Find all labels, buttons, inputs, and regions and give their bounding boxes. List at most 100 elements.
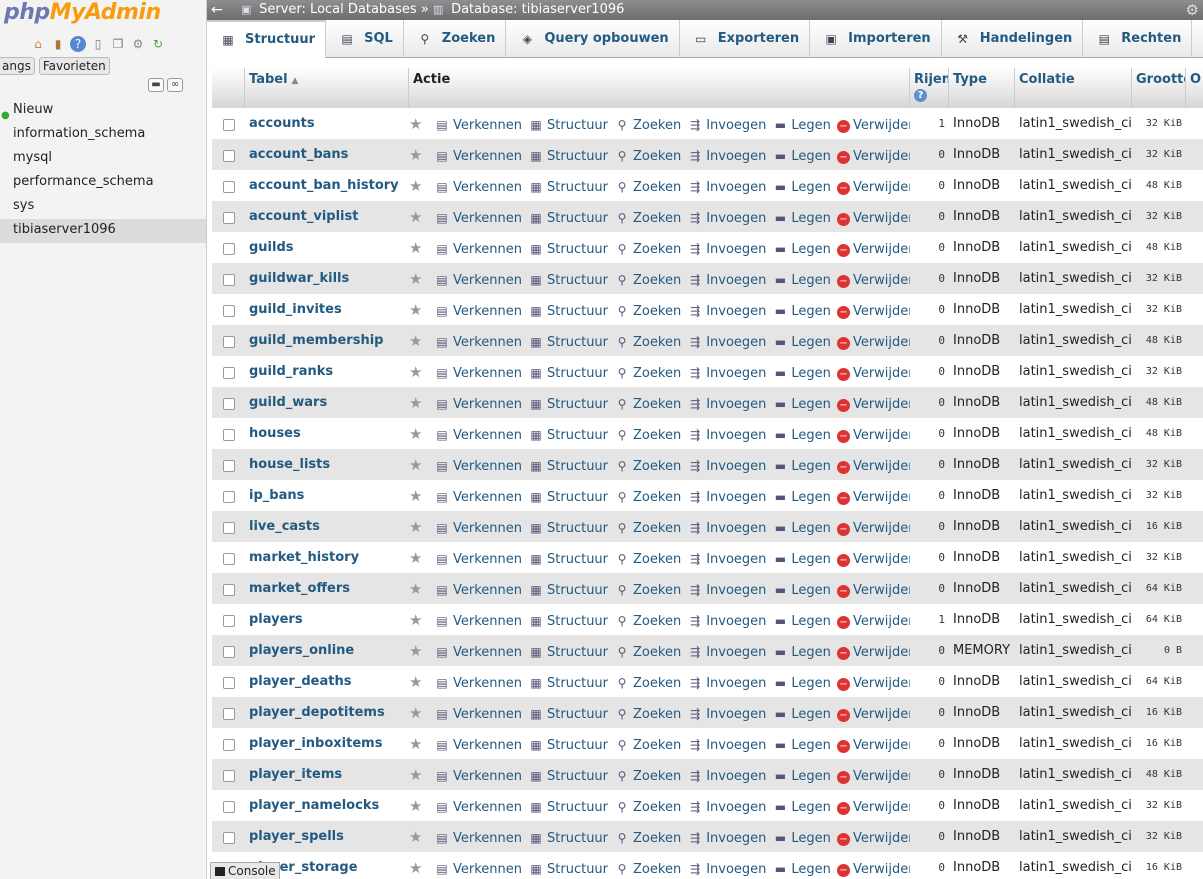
console-toggle[interactable]: Console bbox=[210, 862, 280, 879]
drop-action[interactable]: −Verwijderen bbox=[836, 242, 910, 257]
row-checkbox[interactable] bbox=[222, 522, 235, 534]
insert-action[interactable]: ⇶ Invoegen bbox=[687, 862, 766, 877]
row-checkbox[interactable] bbox=[222, 212, 235, 224]
insert-action[interactable]: ⇶ Invoegen bbox=[687, 769, 766, 784]
insert-action[interactable]: ⇶ Invoegen bbox=[687, 800, 766, 815]
insert-action[interactable]: ⇶ Invoegen bbox=[687, 552, 766, 567]
table-name-link[interactable]: guildwar_kills bbox=[245, 263, 409, 294]
table-name-link[interactable]: guild_membership bbox=[245, 325, 409, 356]
insert-action[interactable]: ⇶ Invoegen bbox=[687, 738, 766, 753]
table-name-link[interactable]: account_bans bbox=[245, 139, 409, 170]
favorite-star-icon[interactable]: ★ bbox=[409, 797, 427, 815]
structure-action[interactable]: ▦ Structuur bbox=[528, 180, 608, 195]
drop-action[interactable]: −Verwijderen bbox=[836, 614, 910, 629]
drop-action[interactable]: −Verwijderen bbox=[836, 180, 910, 195]
table-name-link[interactable]: guilds bbox=[245, 232, 409, 263]
row-checkbox[interactable] bbox=[222, 491, 235, 503]
drop-action[interactable]: −Verwijderen bbox=[836, 862, 910, 877]
recent-tab[interactable]: angs bbox=[0, 57, 35, 75]
table-name-link[interactable]: guild_wars bbox=[245, 387, 409, 418]
row-checkbox[interactable] bbox=[222, 150, 235, 162]
search-action[interactable]: ⚲ Zoeken bbox=[614, 273, 682, 288]
table-name-link[interactable]: house_lists bbox=[245, 449, 409, 480]
table-name-link[interactable]: player_depotitems bbox=[245, 697, 409, 728]
gear-icon[interactable]: ⚙ bbox=[130, 36, 146, 52]
table-name-link[interactable]: accounts bbox=[245, 108, 409, 139]
table-name-link[interactable]: market_offers bbox=[245, 573, 409, 604]
browse-action[interactable]: ▤ Verkennen bbox=[434, 397, 522, 412]
drop-action[interactable]: −Verwijderen bbox=[836, 397, 910, 412]
table-name-link[interactable]: account_ban_history bbox=[245, 170, 409, 201]
row-checkbox[interactable] bbox=[222, 801, 235, 813]
structure-action[interactable]: ▦ Structuur bbox=[528, 583, 608, 598]
insert-action[interactable]: ⇶ Invoegen bbox=[687, 180, 766, 195]
search-action[interactable]: ⚲ Zoeken bbox=[614, 149, 682, 164]
header-type[interactable]: Type bbox=[949, 68, 1015, 108]
empty-action[interactable]: ▬ Legen bbox=[772, 831, 831, 846]
search-action[interactable]: ⚲ Zoeken bbox=[614, 800, 682, 815]
home-icon[interactable]: ⌂ bbox=[30, 36, 46, 52]
row-checkbox[interactable] bbox=[222, 460, 235, 472]
insert-action[interactable]: ⇶ Invoegen bbox=[687, 118, 766, 133]
drop-action[interactable]: −Verwijderen bbox=[836, 738, 910, 753]
browse-action[interactable]: ▤ Verkennen bbox=[434, 211, 522, 226]
search-action[interactable]: ⚲ Zoeken bbox=[614, 862, 682, 877]
favorite-star-icon[interactable]: ★ bbox=[409, 735, 427, 753]
browse-action[interactable]: ▤ Verkennen bbox=[434, 552, 522, 567]
table-name-link[interactable]: player_inboxitems bbox=[245, 728, 409, 759]
empty-action[interactable]: ▬ Legen bbox=[772, 800, 831, 815]
favorite-star-icon[interactable]: ★ bbox=[409, 828, 427, 846]
favorite-star-icon[interactable]: ★ bbox=[409, 859, 427, 877]
search-action[interactable]: ⚲ Zoeken bbox=[614, 645, 682, 660]
insert-action[interactable]: ⇶ Invoegen bbox=[687, 335, 766, 350]
empty-action[interactable]: ▬ Legen bbox=[772, 118, 831, 133]
tab-importeren[interactable]: ▣ Importeren bbox=[810, 20, 942, 58]
sidebar-item-database[interactable]: tibiaserver1096 bbox=[0, 219, 206, 243]
row-checkbox[interactable] bbox=[222, 305, 235, 317]
favorite-star-icon[interactable]: ★ bbox=[409, 549, 427, 567]
search-action[interactable]: ⚲ Zoeken bbox=[614, 552, 682, 567]
table-name-link[interactable]: guild_ranks bbox=[245, 356, 409, 387]
favorite-star-icon[interactable]: ★ bbox=[409, 642, 427, 660]
header-overhead[interactable]: O bbox=[1186, 68, 1203, 108]
browse-action[interactable]: ▤ Verkennen bbox=[434, 335, 522, 350]
favorite-star-icon[interactable]: ★ bbox=[409, 580, 427, 598]
breadcrumb-database[interactable]: Database: tibiaserver1096 bbox=[451, 2, 624, 17]
empty-action[interactable]: ▬ Legen bbox=[772, 769, 831, 784]
structure-action[interactable]: ▦ Structuur bbox=[528, 738, 608, 753]
collapse-all-icon[interactable]: ▬ bbox=[148, 78, 164, 92]
table-name-link[interactable]: player_namelocks bbox=[245, 790, 409, 821]
favorite-star-icon[interactable]: ★ bbox=[409, 456, 427, 474]
structure-action[interactable]: ▦ Structuur bbox=[528, 831, 608, 846]
structure-action[interactable]: ▦ Structuur bbox=[528, 149, 608, 164]
empty-action[interactable]: ▬ Legen bbox=[772, 676, 831, 691]
favorite-star-icon[interactable]: ★ bbox=[409, 208, 427, 226]
search-action[interactable]: ⚲ Zoeken bbox=[614, 211, 682, 226]
help-icon[interactable]: ? bbox=[914, 89, 927, 102]
drop-action[interactable]: −Verwijderen bbox=[836, 459, 910, 474]
favorite-star-icon[interactable]: ★ bbox=[409, 115, 427, 133]
drop-action[interactable]: −Verwijderen bbox=[836, 831, 910, 846]
structure-action[interactable]: ▦ Structuur bbox=[528, 118, 608, 133]
structure-action[interactable]: ▦ Structuur bbox=[528, 459, 608, 474]
insert-action[interactable]: ⇶ Invoegen bbox=[687, 614, 766, 629]
empty-action[interactable]: ▬ Legen bbox=[772, 397, 831, 412]
header-collatie[interactable]: Collatie bbox=[1015, 68, 1132, 108]
structure-action[interactable]: ▦ Structuur bbox=[528, 707, 608, 722]
sidebar-item-new[interactable]: ● Nieuw bbox=[0, 99, 206, 123]
search-action[interactable]: ⚲ Zoeken bbox=[614, 831, 682, 846]
browse-action[interactable]: ▤ Verkennen bbox=[434, 428, 522, 443]
copy-icon[interactable]: ❐ bbox=[110, 36, 126, 52]
search-action[interactable]: ⚲ Zoeken bbox=[614, 614, 682, 629]
browse-action[interactable]: ▤ Verkennen bbox=[434, 614, 522, 629]
browse-action[interactable]: ▤ Verkennen bbox=[434, 645, 522, 660]
drop-action[interactable]: −Verwijderen bbox=[836, 273, 910, 288]
insert-action[interactable]: ⇶ Invoegen bbox=[687, 645, 766, 660]
table-name-link[interactable]: account_viplist bbox=[245, 201, 409, 232]
insert-action[interactable]: ⇶ Invoegen bbox=[687, 366, 766, 381]
row-checkbox[interactable] bbox=[222, 708, 235, 720]
tab-structuur[interactable]: ▦ Structuur bbox=[207, 20, 327, 58]
empty-action[interactable]: ▬ Legen bbox=[772, 335, 831, 350]
row-checkbox[interactable] bbox=[222, 119, 235, 131]
search-action[interactable]: ⚲ Zoeken bbox=[614, 521, 682, 536]
